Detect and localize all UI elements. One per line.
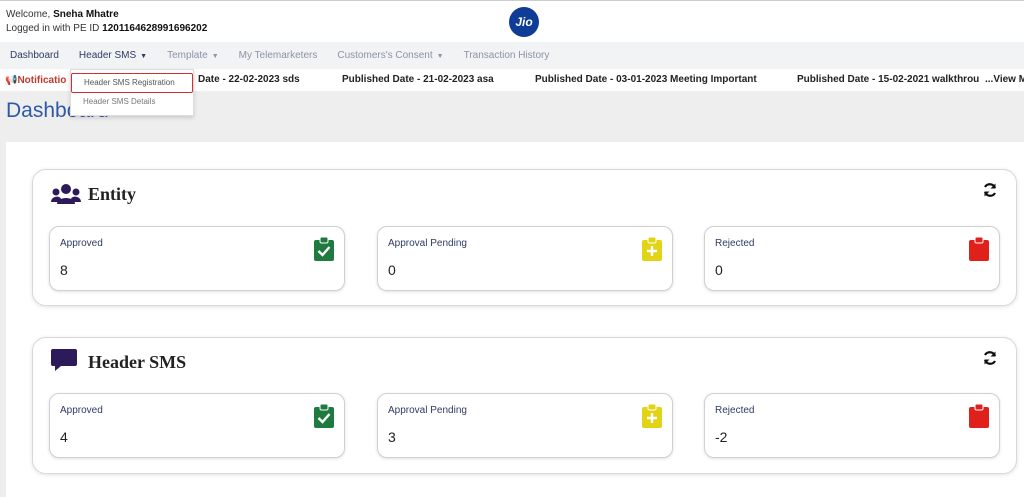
ticker-message[interactable]: Published Date - 21-02-2023 asa <box>342 74 494 85</box>
card-label: Rejected <box>715 238 755 249</box>
entity-approved-card[interactable]: Approved 8 <box>49 226 345 291</box>
card-label: Approval Pending <box>388 238 467 249</box>
nav-dashboard-label: Dashboard <box>10 50 59 61</box>
user-name: Sneha Mhatre <box>53 9 119 20</box>
view-more-link[interactable]: ...View M <box>985 74 1024 85</box>
pe-id: 1201164628991696202 <box>102 23 208 34</box>
entity-rejected-card[interactable]: Rejected 0 <box>704 226 1000 291</box>
caret-down-icon: ▼ <box>436 53 444 60</box>
nav-transaction-history[interactable]: Transaction History <box>454 50 560 61</box>
nav-customers-consent[interactable]: Customers's Consent ▼ <box>327 50 453 61</box>
pe-id-prefix: Logged in with PE ID <box>6 23 100 34</box>
main-nav: Dashboard Header SMS ▼ Template ▼ My Telem… <box>0 42 1024 69</box>
caret-down-icon: ▼ <box>211 53 219 60</box>
clipboard-check-icon <box>314 237 334 261</box>
card-value: -2 <box>715 429 728 445</box>
card-value: 4 <box>60 429 68 445</box>
nav-consent-label: Customers's Consent <box>337 50 433 61</box>
welcome-prefix: Welcome, <box>6 9 51 20</box>
dropdown-item-header-sms-registration[interactable]: Header SMS Registration <box>71 73 193 93</box>
header-sms-approved-card[interactable]: Approved 4 <box>49 393 345 458</box>
entity-section: Entity Approved 8 Approval Pending 0 Rej… <box>32 169 1017 306</box>
users-icon <box>51 184 81 204</box>
nav-template-label: Template <box>167 50 208 61</box>
card-value: 3 <box>388 429 396 445</box>
card-label: Approved <box>60 405 103 416</box>
nav-dashboard[interactable]: Dashboard <box>0 50 69 61</box>
ticker-message[interactable]: Published Date - 15-02-2021 walkthrou <box>797 74 979 85</box>
clipboard-plus-icon <box>642 237 662 261</box>
header-sms-pending-card[interactable]: Approval Pending 3 <box>377 393 673 458</box>
dropdown-item-header-sms-details[interactable]: Header SMS Details <box>71 93 193 111</box>
ticker-message[interactable]: Published Date - 03-01-2023 Meeting Impo… <box>535 74 757 85</box>
chat-bubble-icon <box>51 349 77 371</box>
card-label: Rejected <box>715 405 755 416</box>
nav-transaction-label: Transaction History <box>463 50 550 61</box>
refresh-icon[interactable] <box>982 350 998 366</box>
entity-title: Entity <box>88 184 137 204</box>
nav-header-sms[interactable]: Header SMS ▼ <box>69 50 157 61</box>
notification-text: Notificatio <box>17 74 67 86</box>
clipboard-icon <box>969 237 989 261</box>
entity-pending-card[interactable]: Approval Pending 0 <box>377 226 673 291</box>
nav-template[interactable]: Template ▼ <box>157 50 229 61</box>
caret-down-icon: ▼ <box>140 53 148 60</box>
nav-my-telemarketers[interactable]: My Telemarketers <box>229 50 328 61</box>
clipboard-check-icon <box>314 404 334 428</box>
header-sms-title: Header SMS <box>88 352 187 372</box>
clipboard-plus-icon <box>642 404 662 428</box>
ticker-message[interactable]: Date - 22-02-2023 sds <box>198 74 300 85</box>
jio-logo[interactable]: Jio <box>509 7 539 37</box>
header-sms-dropdown: Header SMS Registration Header SMS Detai… <box>70 69 194 116</box>
top-bar: Welcome, Sneha Mhatre Logged in with PE … <box>0 0 1024 42</box>
refresh-icon[interactable] <box>982 182 998 198</box>
card-value: 8 <box>60 262 68 278</box>
card-label: Approval Pending <box>388 405 467 416</box>
notification-label: 📢Notificatio <box>0 75 70 86</box>
welcome-block: Welcome, Sneha Mhatre Logged in with PE … <box>6 8 207 36</box>
card-value: 0 <box>715 262 723 278</box>
header-sms-section: Header SMS Approved 4 Approval Pending 3… <box>32 337 1017 474</box>
nav-telemarketers-label: My Telemarketers <box>238 50 318 61</box>
logo-text: Jio <box>515 15 533 29</box>
clipboard-icon <box>969 404 989 428</box>
card-label: Approved <box>60 238 103 249</box>
card-value: 0 <box>388 262 396 278</box>
nav-header-sms-label: Header SMS <box>78 50 137 61</box>
header-sms-rejected-card[interactable]: Rejected -2 <box>704 393 1000 458</box>
megaphone-icon: 📢 <box>5 74 18 86</box>
